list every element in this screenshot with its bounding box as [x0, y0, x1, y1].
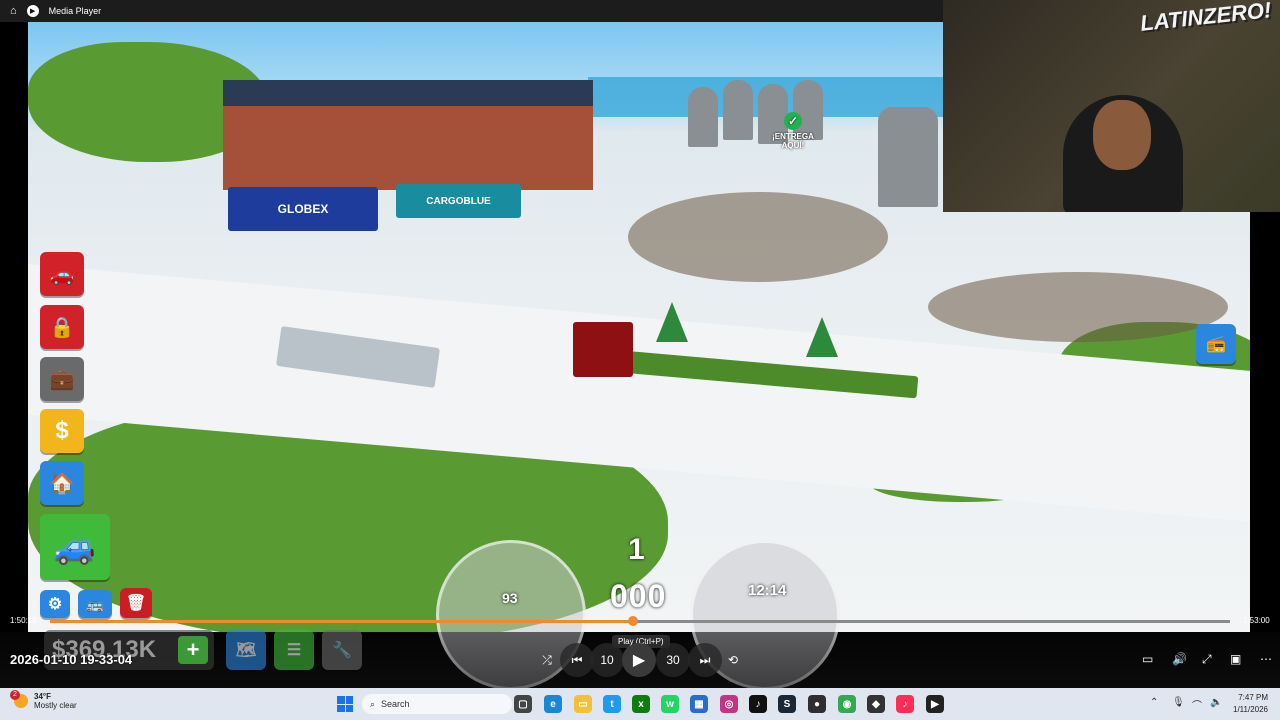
miniplayer-icon[interactable]: ▣ [1230, 652, 1241, 666]
globex-trailer: GLOBEX [228, 187, 378, 231]
play-button[interactable]: ▶ [622, 643, 656, 677]
home-icon[interactable]: ⌂ [10, 5, 17, 17]
weather-desc: Mostly clear [34, 701, 77, 710]
title-bar: ⌂ ▶ Media Player [0, 0, 943, 22]
tiktok-icon[interactable]: ♪ [749, 695, 767, 713]
delivery-label: ¡ENTREGA AQUÍ! [772, 132, 814, 150]
windows-start-icon[interactable] [337, 696, 353, 712]
christmas-tree [806, 317, 838, 357]
mud-patch [928, 272, 1228, 342]
silo [878, 107, 938, 207]
mud-patch [628, 192, 888, 282]
screen: GLOBEX CARGOBLUE ✓ ¡ENTREGA AQUÍ! 📻 🚗 🔒 … [0, 0, 1280, 720]
job-briefcase-button[interactable]: 💼 [40, 357, 84, 401]
system-clock[interactable]: 7:47 PM 1/11/2026 [1233, 692, 1268, 716]
map-button[interactable]: 🗺 [226, 630, 266, 670]
recording-timestamp: 2026-01-10 19-33-04 [10, 652, 133, 667]
time-elapsed: 1:50:15 [10, 616, 37, 625]
seek-bar[interactable] [50, 616, 1230, 626]
add-money-button[interactable]: + [178, 636, 208, 664]
speaker-icon[interactable]: 🔈 [1210, 697, 1222, 708]
outlook-icon[interactable]: ◎ [720, 695, 738, 713]
player-truck-cab [573, 322, 633, 377]
game-clock: 12:14 [748, 582, 787, 599]
car-damage-button[interactable]: 🚗 [40, 252, 84, 296]
fuel-readout: 93 [502, 590, 518, 606]
subtitles-icon[interactable]: ▭ [1142, 652, 1153, 666]
media-player-taskbar-icon[interactable]: ▶ [926, 695, 944, 713]
lock-button[interactable]: 🔒 [40, 305, 84, 349]
time-total: 1:53:00 [1243, 616, 1270, 625]
xbox-icon[interactable]: x [632, 695, 650, 713]
spawn-car-button[interactable]: 🚙 [40, 514, 110, 580]
weather-widget[interactable]: 2 34°F Mostly clear [10, 690, 77, 710]
previous-icon[interactable]: ⏮ [560, 643, 594, 677]
chrome-icon[interactable]: ◉ [838, 695, 856, 713]
list-button[interactable]: ☰ [274, 630, 314, 670]
settings-gear-button[interactable]: ⚙ [40, 590, 70, 618]
weather-temp: 34°F [34, 692, 51, 701]
edge-icon[interactable]: e [544, 695, 562, 713]
file-explorer-icon[interactable]: ▭ [574, 695, 592, 713]
fullscreen-icon[interactable]: ⤢ [1202, 652, 1212, 667]
whatsapp-icon[interactable]: w [661, 695, 679, 713]
delete-trash-button[interactable]: 🗑 [120, 588, 152, 618]
seek-progress [50, 620, 633, 623]
speed-readout: 000 [610, 578, 667, 614]
shuffle-icon[interactable]: ⤮ [530, 643, 564, 677]
volume-icon[interactable]: 🔊 [1172, 652, 1187, 666]
game-icon[interactable]: ◆ [867, 695, 885, 713]
silo [688, 87, 718, 147]
check-icon: ✓ [784, 112, 802, 130]
trailer-label: CARGOBLUE [426, 195, 491, 207]
radio-button[interactable]: 📻 [1196, 324, 1236, 364]
seek-thumb[interactable] [627, 616, 638, 626]
tray-chevron-icon[interactable]: ⌃ [1150, 697, 1158, 708]
skip-back-label: 10 [600, 653, 614, 667]
weather-sun-icon: 2 [10, 690, 28, 708]
twitter-icon[interactable]: t [603, 695, 621, 713]
window-title: Media Player [48, 6, 102, 16]
skip-back-button[interactable]: 10 [590, 643, 624, 677]
microphone-icon[interactable]: 🎙 [1172, 697, 1185, 708]
steam-icon[interactable]: S [778, 695, 796, 713]
graffiti-text: LATINZERO! [1139, 0, 1273, 36]
tiktok-studio-icon[interactable]: ♪ [896, 695, 914, 713]
barn [223, 80, 593, 190]
garage-button[interactable]: 🏠 [40, 461, 84, 505]
delivery-marker: ✓ ¡ENTREGA AQUÍ! [763, 112, 823, 150]
taskbar-search[interactable]: ⌕ Search [362, 694, 512, 714]
silo [723, 80, 753, 140]
obs-icon[interactable]: ● [808, 695, 826, 713]
shop-dollar-button[interactable]: $ [40, 409, 84, 453]
network-icon[interactable]: ⌒ [1192, 697, 1202, 712]
task-view-icon[interactable]: ▢ [514, 695, 532, 713]
trailer-label: GLOBEX [277, 202, 329, 216]
repeat-off-icon[interactable]: ⟲ [716, 643, 750, 677]
more-icon[interactable]: ⋯ [1260, 652, 1272, 666]
system-time: 7:47 PM [1238, 693, 1268, 702]
media-player-icon: ▶ [26, 5, 39, 17]
cargoblue-trailer: CARGOBLUE [396, 184, 521, 218]
webcam-overlay: LATINZERO! [943, 0, 1280, 212]
skip-forward-label: 30 [666, 653, 680, 667]
search-icon: ⌕ [370, 698, 376, 709]
gear-indicator: 1 [628, 533, 645, 566]
tools-button[interactable]: 🔧 [322, 630, 362, 670]
notification-badge: 2 [10, 690, 20, 700]
store-icon[interactable]: ▦ [690, 695, 708, 713]
skip-forward-button[interactable]: 30 [656, 643, 690, 677]
vehicle-menu-button[interactable]: 🚌 [78, 590, 112, 618]
christmas-tree [656, 302, 688, 342]
search-placeholder: Search [381, 699, 410, 709]
system-date: 1/11/2026 [1233, 705, 1268, 714]
streamer-head [1093, 100, 1151, 170]
